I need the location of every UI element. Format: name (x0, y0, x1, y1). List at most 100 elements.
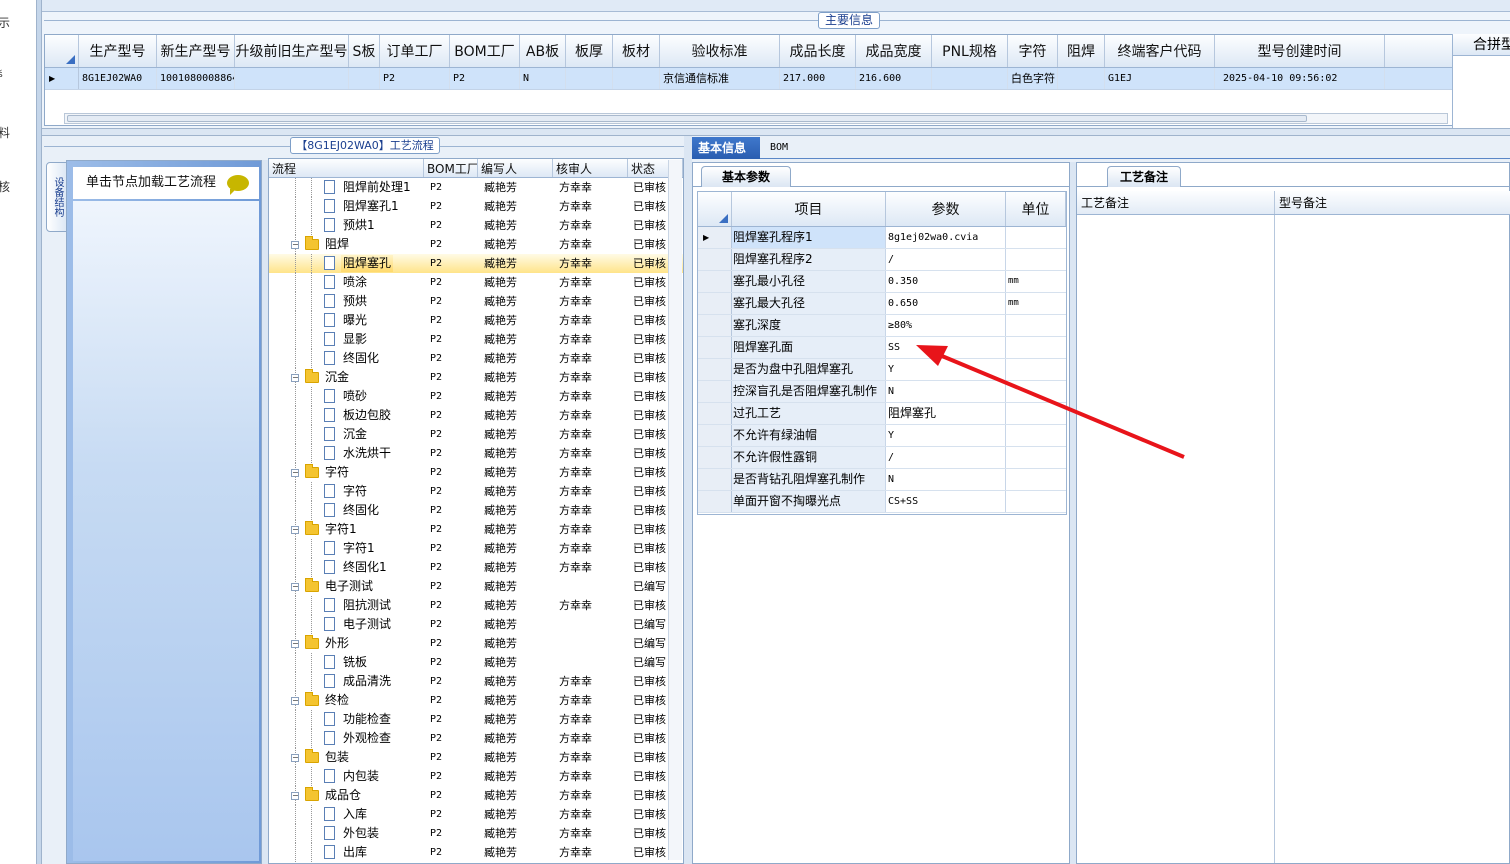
table-cell[interactable] (349, 68, 380, 89)
column-header[interactable]: 项目 (732, 192, 886, 226)
param-value[interactable]: 0.650 (886, 293, 1006, 314)
column-header[interactable]: 型号备注 (1275, 191, 1510, 214)
param-item[interactable]: 不允许有绿油帽 (732, 425, 886, 446)
column-header[interactable]: 成品长度 (780, 35, 856, 67)
param-item[interactable]: 阻焊塞孔程序1 (732, 227, 886, 248)
param-item[interactable]: 过孔工艺 (732, 403, 886, 424)
table-cell[interactable]: 217.000 (780, 68, 856, 89)
param-item[interactable]: 不允许假性露铜 (732, 447, 886, 468)
param-row[interactable]: 阻焊塞孔面 SS (698, 337, 1066, 359)
tab-bom[interactable]: BOM (764, 137, 794, 159)
scrollbar-thumb[interactable] (67, 115, 1307, 122)
column-header[interactable]: BOM工厂 (450, 35, 520, 67)
tree-node[interactable]: 预烘1 P2 臧艳芳 方幸幸 已审核 (269, 216, 683, 235)
tree-node[interactable]: − 阻焊 P2 臧艳芳 方幸幸 已审核 (269, 235, 683, 254)
param-item[interactable]: 阻焊塞孔面 (732, 337, 886, 358)
tree-node[interactable]: 内包装 P2 臧艳芳 方幸幸 已审核 (269, 767, 683, 786)
param-value[interactable]: / (886, 447, 1006, 468)
column-header[interactable]: PNL规格 (932, 35, 1008, 67)
collapse-handle[interactable] (684, 136, 692, 864)
param-row[interactable]: 是否为盘中孔阻焊塞孔 Y (698, 359, 1066, 381)
column-header[interactable]: 生产型号 (79, 35, 157, 67)
param-value[interactable]: SS (886, 337, 1006, 358)
param-unit[interactable] (1006, 491, 1066, 512)
table-cell[interactable]: 10010800088645 (157, 68, 235, 89)
tree-node[interactable]: − 字符 P2 臧艳芳 方幸幸 已审核 (269, 463, 683, 482)
tree-node[interactable]: 沉金 P2 臧艳芳 方幸幸 已审核 (269, 425, 683, 444)
tree-node[interactable]: − 沉金 P2 臧艳芳 方幸幸 已审核 (269, 368, 683, 387)
param-value[interactable]: ≥80% (886, 315, 1006, 336)
param-unit[interactable] (1006, 249, 1066, 270)
param-value[interactable]: N (886, 469, 1006, 490)
tree-node[interactable]: 入库 P2 臧艳芳 方幸幸 已审核 (269, 805, 683, 824)
side-tab-equipment[interactable]: 设备结构 (46, 162, 68, 232)
collapse-toggle-icon[interactable]: − (291, 640, 299, 648)
collapse-toggle-icon[interactable]: − (291, 469, 299, 477)
tree-node[interactable]: 显影 P2 臧艳芳 方幸幸 已审核 (269, 330, 683, 349)
param-value[interactable]: Y (886, 359, 1006, 380)
column-header[interactable]: 板厚 (566, 35, 613, 67)
table-cell[interactable]: P2 (450, 68, 520, 89)
collapse-toggle-icon[interactable]: − (291, 792, 299, 800)
left-nav-label[interactable]: 核 (0, 178, 10, 195)
column-header[interactable]: 订单工厂 (380, 35, 450, 67)
param-unit[interactable]: mm (1006, 271, 1066, 292)
params-grid[interactable]: 项目 参数 单位 ▶ 阻焊塞孔程序1 8g1ej02wa0.cvia 阻焊塞孔程序2/塞孔… (697, 191, 1067, 515)
param-unit[interactable] (1006, 227, 1066, 248)
param-row[interactable]: 塞孔深度 ≥80% (698, 315, 1066, 337)
tree-node[interactable]: 字符1 P2 臧艳芳 方幸幸 已审核 (269, 539, 683, 558)
param-item[interactable]: 塞孔深度 (732, 315, 886, 336)
param-row[interactable]: 塞孔最小孔径 0.350 mm (698, 271, 1066, 293)
tree-node[interactable]: 出库 P2 臧艳芳 方幸幸 已审核 (269, 843, 683, 862)
tree-node[interactable]: 曝光 P2 臧艳芳 方幸幸 已审核 (269, 311, 683, 330)
param-item[interactable]: 阻焊塞孔程序2 (732, 249, 886, 270)
process-tree-grid[interactable]: 流程 BOM工厂 编写人 核审人 状态 阻焊前处理1 P2 臧艳芳 方幸幸 已审核 阻焊塞孔1 P2… (268, 158, 684, 864)
column-header[interactable]: 升级前旧生产型号 (235, 35, 349, 67)
collapse-toggle-icon[interactable]: − (291, 526, 299, 534)
param-row[interactable]: 不允许假性露铜 / (698, 447, 1066, 469)
left-nav-label[interactable]: š (0, 70, 3, 80)
left-nav-label[interactable]: 料 (0, 124, 10, 141)
column-header[interactable]: 阻焊 (1058, 35, 1105, 67)
left-nav-label[interactable]: 示 (0, 14, 10, 31)
column-header[interactable]: 新生产型号 (157, 35, 235, 67)
tree-node[interactable]: 功能检查 P2 臧艳芳 方幸幸 已审核 (269, 710, 683, 729)
tree-node[interactable]: 铣板 P2 臧艳芳 已编写 (269, 653, 683, 672)
tab-process-notes[interactable]: 工艺备注 (1107, 166, 1181, 187)
column-header[interactable]: 参数 (886, 192, 1006, 226)
collapse-toggle-icon[interactable]: − (291, 754, 299, 762)
tree-node[interactable]: 水洗烘干 P2 臧艳芳 方幸幸 已审核 (269, 444, 683, 463)
param-unit[interactable] (1006, 403, 1066, 424)
tree-node[interactable]: − 包装 P2 臧艳芳 方幸幸 已审核 (269, 748, 683, 767)
tree-node[interactable]: 阻抗测试 P2 臧艳芳 方幸幸 已审核 (269, 596, 683, 615)
column-header[interactable]: 核审人 (553, 159, 628, 177)
tree-node[interactable]: 终固化 P2 臧艳芳 方幸幸 已审核 (269, 501, 683, 520)
param-value[interactable]: Y (886, 425, 1006, 446)
param-unit[interactable]: mm (1006, 293, 1066, 314)
tree-node[interactable]: − 成品仓 P2 臧艳芳 方幸幸 已审核 (269, 786, 683, 805)
param-unit[interactable] (1006, 469, 1066, 490)
tree-node[interactable]: 阻焊塞孔1 P2 臧艳芳 方幸幸 已审核 (269, 197, 683, 216)
notes-cell[interactable] (1077, 215, 1275, 863)
param-unit[interactable] (1006, 381, 1066, 402)
param-row[interactable]: 过孔工艺 阻焊塞孔 (698, 403, 1066, 425)
tree-node[interactable]: 终固化 P2 臧艳芳 方幸幸 已审核 (269, 349, 683, 368)
param-value[interactable]: 0.350 (886, 271, 1006, 292)
tab-basic-params[interactable]: 基本参数 (701, 166, 791, 187)
table-cell[interactable] (613, 68, 660, 89)
table-cell[interactable] (932, 68, 1008, 89)
param-row[interactable]: 控深盲孔是否阻焊塞孔制作 N (698, 381, 1066, 403)
tree-node[interactable]: − 字符1 P2 臧艳芳 方幸幸 已审核 (269, 520, 683, 539)
table-cell[interactable]: 白色字符 (1008, 68, 1058, 89)
param-unit[interactable] (1006, 337, 1066, 358)
column-header[interactable]: 验收标准 (660, 35, 780, 67)
collapse-toggle-icon[interactable]: − (291, 374, 299, 382)
column-header[interactable]: 终端客户代码 (1105, 35, 1215, 67)
tree-node[interactable]: 终固化1 P2 臧艳芳 方幸幸 已审核 (269, 558, 683, 577)
param-item[interactable]: 控深盲孔是否阻焊塞孔制作 (732, 381, 886, 402)
param-unit[interactable] (1006, 447, 1066, 468)
column-header[interactable]: 字符 (1008, 35, 1058, 67)
column-header[interactable]: 编写人 (478, 159, 553, 177)
column-header[interactable]: BOM工厂 (424, 159, 478, 177)
param-value[interactable]: / (886, 249, 1006, 270)
